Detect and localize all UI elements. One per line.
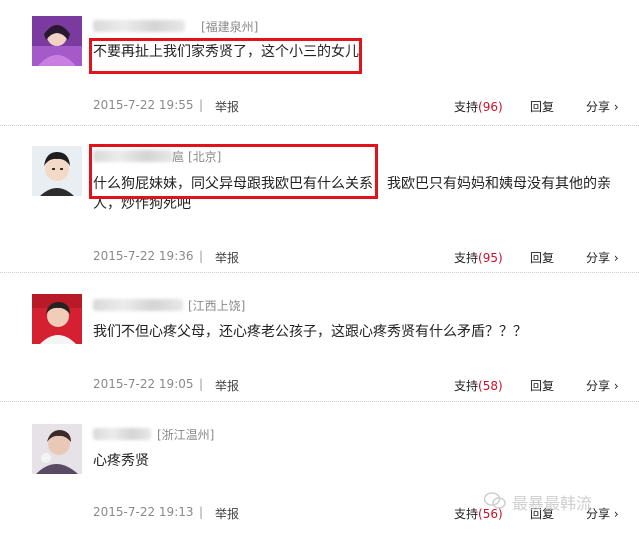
location-label: [福建泉州] [201,20,259,34]
highlight-box [89,144,378,199]
comment-item: [江西上饶] 我们不但心疼父母，还心疼老公孩子，这跟心疼秀贤有什么矛盾？？？ 2… [0,273,639,401]
avatar[interactable] [32,294,82,344]
highlight-box [89,38,362,74]
comment-meta: 2015-7-22 19:05 | 举报 支持(58) 回复 分享 › [0,377,639,395]
chevron-right-icon: › [613,251,619,265]
comment-item: [福建泉州] 不要再扯上我们家秀贤了，这个小三的女儿 2015-7-22 19:… [0,0,639,125]
comment-meta: 2015-7-22 19:55 | 举报 支持(96) 回复 分享 › [0,98,639,116]
separator: | [199,377,204,391]
support-button[interactable]: 支持(96) [454,98,503,115]
comment-text: 心疼秀贤 [93,453,149,469]
username-redacted[interactable] [93,428,151,440]
report-link[interactable]: 举报 [215,98,239,115]
chevron-right-icon: › [613,379,619,393]
support-button[interactable]: 支持(58) [454,377,503,394]
comment-item: 扈 [北京] 什么狗屁妹妹，同父异母跟我欧巴有什么关系，我欧巴只有妈妈和姨母没有… [0,126,639,272]
chevron-right-icon: › [613,507,619,521]
username-redacted[interactable] [93,299,183,311]
comment-meta: 2015-7-22 19:36 | 举报 支持(95) 回复 分享 › [0,249,639,267]
chevron-right-icon: › [613,100,619,114]
separator: | [199,98,204,112]
separator: | [199,505,204,519]
support-button[interactable]: 支持(95) [454,249,503,266]
reply-button[interactable]: 回复 [530,249,554,266]
timestamp: 2015-7-22 19:13 [93,505,194,519]
share-button[interactable]: 分享 › [586,98,619,115]
support-count: (58) [478,379,503,393]
comment-text: 我们不但心疼父母，还心疼老公孩子，这跟心疼秀贤有什么矛盾？？？ [93,324,527,340]
location-label: [江西上饶] [188,299,246,313]
separator: | [199,249,204,263]
comment-item: [浙江温州] 心疼秀贤 2015-7-22 19:13 | 举报 支持(56) … [0,402,639,534]
username-redacted[interactable] [93,20,185,32]
watermark-text: 最暴最韩流 [512,494,593,513]
avatar[interactable] [32,146,82,196]
avatar[interactable] [32,16,82,66]
share-button[interactable]: 分享 › [586,249,619,266]
timestamp: 2015-7-22 19:55 [93,98,194,112]
support-count: (96) [478,100,503,114]
wechat-icon [484,492,506,509]
timestamp: 2015-7-22 19:36 [93,249,194,263]
location-label: [浙江温州] [157,428,215,442]
timestamp: 2015-7-22 19:05 [93,377,194,391]
support-count: (95) [478,251,503,265]
report-link[interactable]: 举报 [215,505,239,522]
share-button[interactable]: 分享 › [586,377,619,394]
avatar[interactable] [32,424,82,474]
reply-button[interactable]: 回复 [530,377,554,394]
reply-button[interactable]: 回复 [530,98,554,115]
report-link[interactable]: 举报 [215,249,239,266]
report-link[interactable]: 举报 [215,377,239,394]
